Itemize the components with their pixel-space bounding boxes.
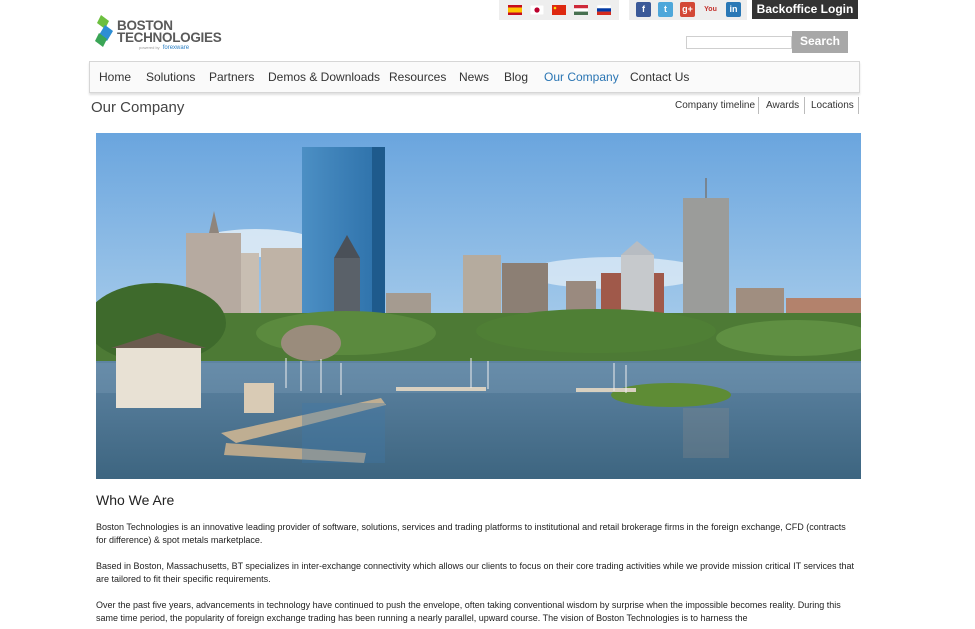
subnav-company-timeline[interactable]: Company timeline <box>675 100 755 111</box>
paragraph-history: Over the past five years, advancements i… <box>96 600 841 623</box>
nav-item-solutions[interactable]: Solutions <box>146 70 195 84</box>
subnav-divider <box>758 97 759 114</box>
subnav-awards[interactable]: Awards <box>766 100 799 111</box>
twitter-icon[interactable]: t <box>658 2 673 17</box>
nav-item-partners[interactable]: Partners <box>209 70 254 84</box>
nav-item-blog[interactable]: Blog <box>504 70 528 84</box>
googleplus-icon[interactable]: g+ <box>680 2 695 17</box>
nav-item-news[interactable]: News <box>459 70 489 84</box>
linkedin-icon[interactable]: in <box>726 2 741 17</box>
nav-item-demos-downloads[interactable]: Demos & Downloads <box>268 70 380 84</box>
boston-skyline-hero-image <box>96 133 861 479</box>
facebook-icon[interactable]: f <box>636 2 651 17</box>
hungarian-flag-icon[interactable] <box>574 5 588 15</box>
language-bar <box>499 0 619 20</box>
section-heading: Who We Are <box>96 492 175 508</box>
nav-item-contact-us[interactable]: Contact Us <box>630 70 689 84</box>
paragraph-location: Based in Boston, Massachusetts, BT speci… <box>96 561 855 584</box>
nav-item-our-company[interactable]: Our Company <box>544 70 619 84</box>
company-logo[interactable]: BOSTON TECHNOLOGIES powered by forexware <box>95 15 222 55</box>
subnav-locations[interactable]: Locations <box>811 100 854 111</box>
logo-mark-icon <box>95 15 113 47</box>
social-bar: f t g+ You in <box>629 0 747 20</box>
nav-item-resources[interactable]: Resources <box>389 70 446 84</box>
main-navigation: Home Solutions Partners Demos & Download… <box>89 61 860 93</box>
spanish-flag-icon[interactable] <box>508 5 522 15</box>
search-button[interactable]: Search <box>792 31 848 53</box>
paragraph-intro: Boston Technologies is an innovative lea… <box>96 522 846 545</box>
subnav-divider <box>858 97 859 114</box>
japanese-flag-icon[interactable] <box>530 5 544 15</box>
page-title: Our Company <box>91 99 185 116</box>
logo-tagline: powered by forexware <box>139 45 190 51</box>
search-input[interactable] <box>686 36 792 49</box>
logo-line-2: TECHNOLOGIES <box>117 30 222 45</box>
backoffice-login-button[interactable]: Backoffice Login <box>752 0 858 19</box>
youtube-icon[interactable]: You <box>703 2 718 17</box>
subnav-divider <box>804 97 805 114</box>
skyline-illustration <box>96 133 861 479</box>
nav-item-home[interactable]: Home <box>99 70 131 84</box>
russian-flag-icon[interactable] <box>597 5 611 15</box>
chinese-flag-icon[interactable] <box>552 5 566 15</box>
